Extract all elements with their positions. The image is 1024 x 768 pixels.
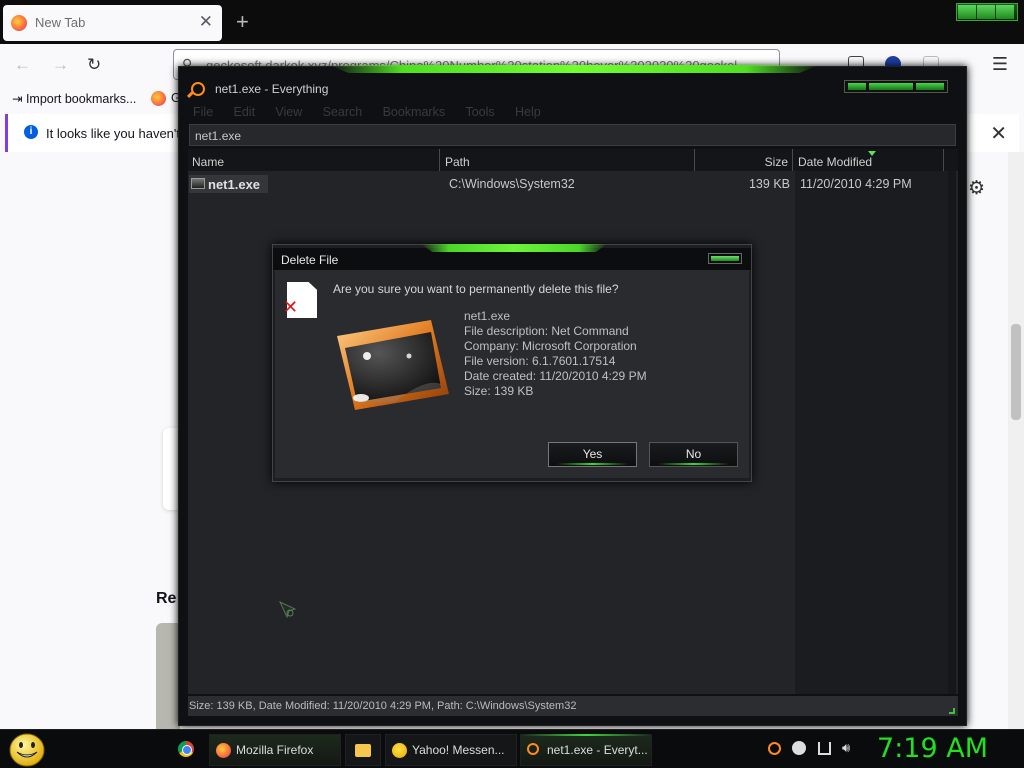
file-version: File version: 6.1.7601.17514 — [464, 354, 616, 368]
shortcut-card[interactable] — [163, 428, 179, 510]
row-size: 139 KB — [748, 177, 790, 191]
window-controls[interactable] — [844, 80, 948, 93]
column-date-modified[interactable]: Date Modified — [794, 149, 944, 171]
row-path: C:\Windows\System32 — [449, 177, 575, 191]
column-header: Name Path Size Date Modified — [188, 149, 958, 171]
taskbar-everything[interactable]: net1.exe - Everyt... — [520, 734, 652, 766]
no-button[interactable]: No — [649, 442, 738, 467]
exe-file-icon — [191, 178, 205, 189]
search-value: net1.exe — [195, 129, 242, 143]
scrollbar-thumb[interactable] — [1011, 324, 1021, 420]
import-bookmarks-label: Import bookmarks... — [25, 92, 137, 106]
row-name: net1.exe — [208, 177, 261, 192]
everything-search-icon — [527, 743, 539, 755]
menu-tools[interactable]: Tools — [465, 105, 494, 119]
taskbar: Mozilla Firefox Yahoo! Messen... net1.ex… — [0, 729, 1024, 768]
system-tray: 🔊︎ — [768, 740, 858, 756]
folder-icon — [355, 744, 371, 757]
menu-bookmarks[interactable]: Bookmarks — [383, 105, 446, 119]
everything-search-icon — [191, 82, 205, 96]
taskbar-yahoo-messenger[interactable]: Yahoo! Messen... — [385, 734, 517, 766]
import-bookmarks-link[interactable]: ⇥ Import bookmarks... — [12, 91, 136, 106]
file-name: net1.exe — [464, 309, 511, 323]
status-bar: Size: 139 KB, Date Modified: 11/20/2010 … — [188, 696, 958, 716]
table-row[interactable]: net1.exe C:\Windows\System32 139 KB 11/2… — [188, 175, 958, 193]
menu-bar: File Edit View Search Bookmarks Tools He… — [193, 105, 558, 123]
menu-file[interactable]: File — [193, 105, 213, 119]
search-input[interactable]: net1.exe — [189, 124, 956, 146]
scrollbar[interactable] — [948, 171, 956, 694]
gear-icon[interactable]: ⚙ — [968, 177, 985, 200]
recent-card[interactable] — [156, 623, 180, 730]
status-text: Size: 139 KB, Date Modified: 11/20/2010 … — [189, 700, 577, 712]
delete-file-dialog: Delete File ✕ Are you sure you want to p… — [272, 244, 752, 482]
title-glow — [329, 65, 819, 73]
resize-grip[interactable] — [949, 708, 955, 714]
info-icon: i — [24, 125, 38, 139]
notification-text: It looks like you haven't s — [46, 126, 191, 141]
dialog-title: Delete File — [281, 253, 339, 267]
network-icon[interactable] — [817, 741, 831, 755]
dialog-close-control[interactable] — [708, 253, 742, 264]
dialog-question: Are you sure you want to permanently del… — [333, 282, 619, 296]
recent-heading: Re — [156, 590, 177, 607]
menu-icon[interactable]: ☰ — [992, 54, 1008, 75]
tab-bar: New Tab ✕ + — [0, 0, 1024, 44]
taskbar-label: net1.exe - Everyt... — [547, 743, 648, 757]
chrome-icon[interactable] — [178, 741, 194, 757]
taskbar-file-explorer[interactable] — [345, 734, 381, 766]
reload-icon[interactable]: ↻ — [87, 55, 101, 75]
yes-button[interactable]: Yes — [548, 442, 637, 467]
tab-new-tab[interactable]: New Tab ✕ — [3, 5, 222, 41]
row-date: 11/20/2010 4:29 PM — [800, 177, 912, 191]
menu-edit[interactable]: Edit — [234, 105, 256, 119]
title-glow — [421, 244, 607, 252]
scrollbar[interactable] — [1008, 152, 1024, 730]
start-button-smiley-icon[interactable] — [8, 732, 46, 767]
file-description: File description: Net Command — [464, 324, 629, 338]
clock[interactable]: 7:19 AM — [877, 733, 988, 764]
file-company: Company: Microsoft Corporation — [464, 339, 637, 353]
firefox-icon — [11, 15, 27, 31]
messenger-tray-icon[interactable] — [792, 741, 807, 755]
file-info: net1.exe File description: Net Command C… — [464, 309, 647, 399]
close-tab-icon[interactable]: ✕ — [199, 12, 213, 32]
taskbar-firefox[interactable]: Mozilla Firefox — [209, 734, 341, 766]
tab-title: New Tab — [35, 15, 86, 30]
yahoo-messenger-icon — [392, 743, 407, 758]
window-title: net1.exe - Everything — [215, 82, 329, 96]
application-window-icon — [337, 320, 449, 410]
file-size: Size: 139 KB — [464, 384, 534, 398]
close-notification-icon[interactable]: ✕ — [990, 121, 1007, 146]
red-x-icon: ✕ — [283, 297, 299, 317]
menu-search[interactable]: Search — [323, 105, 363, 119]
volume-icon[interactable]: 🔊︎ — [842, 740, 850, 756]
firefox-icon[interactable] — [151, 91, 166, 106]
taskbar-label: Yahoo! Messen... — [412, 743, 505, 757]
window-controls[interactable] — [956, 3, 1018, 21]
dialog-body: ✕ Are you sure you want to permanently d… — [275, 270, 749, 478]
mouse-cursor — [279, 601, 297, 619]
taskbar-label: Mozilla Firefox — [236, 743, 314, 757]
everything-tray-icon[interactable] — [768, 741, 781, 755]
new-tab-button[interactable]: + — [236, 9, 249, 35]
column-name[interactable]: Name — [188, 149, 440, 171]
column-path[interactable]: Path — [441, 149, 695, 171]
file-date-created: Date created: 11/20/2010 4:29 PM — [464, 369, 647, 383]
firefox-icon — [216, 743, 231, 758]
forward-icon[interactable]: → — [52, 55, 69, 75]
column-size[interactable]: Size — [696, 149, 793, 171]
menu-help[interactable]: Help — [515, 105, 541, 119]
menu-view[interactable]: View — [275, 105, 302, 119]
back-icon[interactable]: ← — [14, 55, 31, 75]
